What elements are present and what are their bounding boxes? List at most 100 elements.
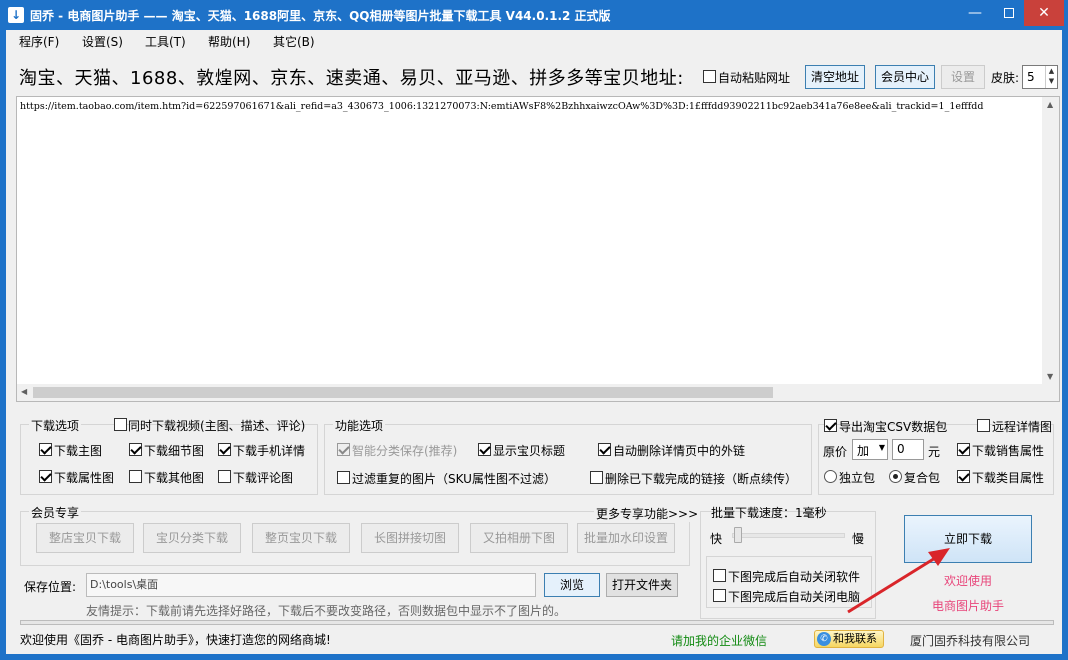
shutdown-label: 下图完成后自动关闭电脑 xyxy=(728,590,861,604)
url-section-label: 淘宝、天猫、1688、敦煌网、京东、速卖通、易贝、亚马逊、拼多多等宝贝地址: xyxy=(19,68,684,89)
filter-duplicates-label: 过滤重复的图片（SKU属性图不过滤） xyxy=(352,472,556,486)
close-software-label: 下图完成后自动关闭软件 xyxy=(728,570,861,584)
speed-fast-label: 快 xyxy=(710,532,723,546)
menu-tools[interactable]: 工具(T) xyxy=(145,33,186,50)
video-label: 同时下载视频(主图、描述、评论) xyxy=(128,419,306,433)
horizontal-scroll-thumb[interactable] xyxy=(33,387,773,398)
whole-shop-download-button[interactable]: 整店宝贝下载 xyxy=(36,523,134,553)
member-title: 会员专享 xyxy=(29,504,82,521)
settings-button[interactable]: 设置 xyxy=(941,65,985,89)
download-options-title: 下载选项 xyxy=(29,417,82,434)
clear-url-button[interactable]: 清空地址 xyxy=(805,65,865,89)
price-operator-value: 加 xyxy=(857,444,870,458)
wechat-link[interactable]: 请加我的企业微信 xyxy=(671,632,767,649)
shutdown-checkbox[interactable] xyxy=(713,589,726,602)
youpai-album-button[interactable]: 又拍相册下图 xyxy=(470,523,568,553)
maximize-icon xyxy=(1004,8,1014,18)
welcome-line2: 电商图片助手 xyxy=(932,599,1005,613)
price-value-input[interactable]: 0 xyxy=(892,439,924,460)
close-software-checkbox[interactable] xyxy=(713,569,726,582)
maximize-button[interactable] xyxy=(992,0,1026,26)
main-image-label: 下载主图 xyxy=(54,444,103,458)
start-download-button[interactable]: 立即下载 xyxy=(904,515,1032,563)
chat-icon: ✆ xyxy=(817,632,831,646)
status-bar: 欢迎使用《固乔 - 电商图片助手》，快速打造您的网络商城! 请加我的企业微信 ✆… xyxy=(6,628,1062,654)
app-window: ↓ 固乔 - 电商图片助手 —— 淘宝、天猫、1688阿里、京东、QQ相册等图片… xyxy=(0,0,1068,660)
mobile-detail-checkbox[interactable] xyxy=(218,443,231,456)
long-image-stitch-button[interactable]: 长图拼接切图 xyxy=(361,523,459,553)
detail-image-checkbox[interactable] xyxy=(129,443,142,456)
menu-bar: 程序(F) 设置(S) 工具(T) 帮助(H) 其它(B) xyxy=(6,30,1062,52)
save-path-input[interactable]: D:\tools\桌面 xyxy=(86,573,536,597)
skin-stepper[interactable]: 5 ▲ ▼ xyxy=(1022,65,1058,89)
delete-completed-checkbox[interactable] xyxy=(590,471,603,484)
vertical-scrollbar[interactable]: ▲ ▼ xyxy=(1042,97,1059,384)
category-download-button[interactable]: 宝贝分类下载 xyxy=(143,523,241,553)
chevron-down-icon: ▼ xyxy=(878,443,885,452)
browse-button[interactable]: 浏览 xyxy=(544,573,600,597)
csv-export-checkbox[interactable] xyxy=(824,419,837,432)
progress-bar xyxy=(20,620,1054,625)
more-features-link[interactable]: 更多专享功能>>> xyxy=(594,505,701,522)
auto-paste-checkbox[interactable] xyxy=(703,70,716,83)
member-center-button[interactable]: 会员中心 xyxy=(875,65,935,89)
remove-links-label: 自动删除详情页中的外链 xyxy=(613,444,746,458)
menu-help[interactable]: 帮助(H) xyxy=(208,33,250,50)
combined-package-label: 复合包 xyxy=(904,471,941,485)
category-attr-checkbox[interactable] xyxy=(957,470,970,483)
speed-slider-track[interactable] xyxy=(732,533,845,538)
open-folder-button[interactable]: 打开文件夹 xyxy=(606,573,678,597)
skin-value: 5 xyxy=(1027,70,1035,84)
menu-other[interactable]: 其它(B) xyxy=(273,33,315,50)
tip-text: 友情提示：下载前请先选择好路径，下载后不要改变路径，否则数据包中显示不了图片的。 xyxy=(86,604,567,618)
remove-links-checkbox[interactable] xyxy=(598,443,611,456)
single-package-radio[interactable] xyxy=(824,470,837,483)
show-title-label: 显示宝贝标题 xyxy=(493,444,566,458)
scroll-left-icon[interactable]: ◀ xyxy=(21,387,27,396)
sales-attr-checkbox[interactable] xyxy=(957,443,970,456)
price-value: 0 xyxy=(897,442,905,456)
skin-label: 皮肤: xyxy=(991,71,1020,85)
combined-package-radio[interactable] xyxy=(889,470,902,483)
other-image-checkbox[interactable] xyxy=(129,470,142,483)
sales-attr-label: 下载销售属性 xyxy=(972,444,1045,458)
title-bar: ↓ 固乔 - 电商图片助手 —— 淘宝、天猫、1688阿里、京东、QQ相册等图片… xyxy=(0,0,1068,30)
filter-duplicates-checkbox[interactable] xyxy=(337,471,350,484)
close-button[interactable]: ✕ xyxy=(1024,0,1064,26)
video-checkbox[interactable] xyxy=(114,418,127,431)
attribute-image-label: 下载属性图 xyxy=(54,471,115,485)
main-image-checkbox[interactable] xyxy=(39,443,52,456)
speed-slow-label: 慢 xyxy=(852,532,865,546)
whole-page-download-button[interactable]: 整页宝贝下载 xyxy=(252,523,350,553)
scroll-up-icon[interactable]: ▲ xyxy=(1047,100,1053,109)
scroll-down-icon[interactable]: ▼ xyxy=(1047,372,1053,381)
smart-save-label: 智能分类保存(推荐) xyxy=(352,444,458,458)
save-location-label: 保存位置: xyxy=(24,580,77,594)
review-image-checkbox[interactable] xyxy=(218,470,231,483)
smart-save-checkbox[interactable] xyxy=(337,443,350,456)
remote-detail-checkbox[interactable] xyxy=(977,419,990,432)
contact-label: 和我联系 xyxy=(833,632,877,645)
batch-watermark-button[interactable]: 批量加水印设置 xyxy=(577,523,675,553)
welcome-line1: 欢迎使用 xyxy=(944,574,993,588)
attribute-image-checkbox[interactable] xyxy=(39,470,52,483)
menu-settings[interactable]: 设置(S) xyxy=(82,33,123,50)
price-operator-select[interactable]: 加 ▼ xyxy=(852,439,888,460)
other-image-label: 下载其他图 xyxy=(144,471,205,485)
status-text: 欢迎使用《固乔 - 电商图片助手》，快速打造您的网络商城! xyxy=(20,633,331,647)
speed-label: 批量下载速度：1毫秒 xyxy=(711,506,827,520)
contact-button[interactable]: ✆ 和我联系 xyxy=(814,630,884,648)
show-title-checkbox[interactable] xyxy=(478,443,491,456)
menu-program[interactable]: 程序(F) xyxy=(19,33,59,50)
company-name: 厦门固乔科技有限公司 xyxy=(910,634,1031,648)
review-image-label: 下载评论图 xyxy=(233,471,294,485)
mobile-detail-label: 下载手机详情 xyxy=(233,444,306,458)
radio-dot-icon xyxy=(893,474,898,479)
minimize-button[interactable]: — xyxy=(958,0,992,26)
window-title: 固乔 - 电商图片助手 —— 淘宝、天猫、1688阿里、京东、QQ相册等图片批量… xyxy=(30,9,611,23)
horizontal-scrollbar[interactable]: ◀ xyxy=(17,384,1059,401)
speed-slider-thumb[interactable] xyxy=(734,527,742,543)
url-textarea[interactable]: https://item.taobao.com/item.htm?id=6225… xyxy=(16,96,1060,402)
spin-arrows-icon[interactable]: ▲ ▼ xyxy=(1045,66,1057,88)
price-label: 原价 xyxy=(823,445,848,459)
